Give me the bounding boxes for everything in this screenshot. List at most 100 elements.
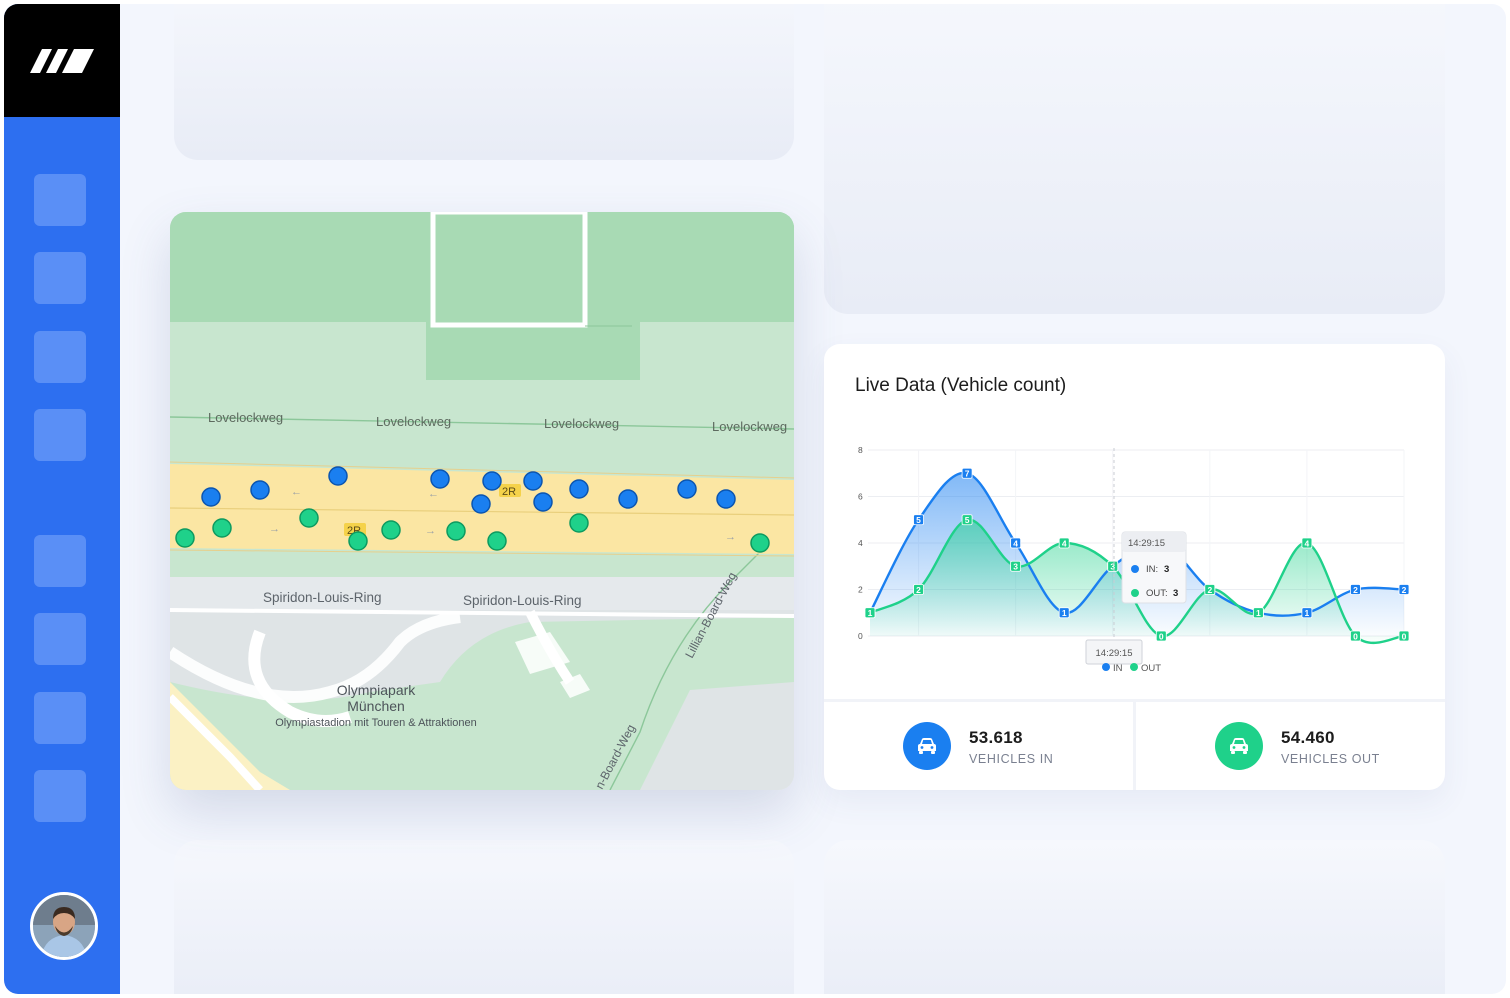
sidebar bbox=[4, 4, 120, 994]
vehicle-marker-in bbox=[250, 480, 270, 500]
data-label: 7 bbox=[965, 469, 970, 479]
app-frame: Lovelockweg Lovelockweg Lovelockweg Love… bbox=[4, 4, 1506, 994]
data-label: 0 bbox=[1402, 631, 1407, 641]
vehicle-count-chart[interactable]: 02468 157413421122125343021400 14:29:15 … bbox=[824, 344, 1445, 684]
poi-name-line2: München bbox=[347, 698, 405, 714]
stat-vehicles-out: 54.460 VEHICLES OUT bbox=[1136, 702, 1445, 790]
vehicle-marker-in bbox=[716, 489, 736, 509]
street-label-lovelockweg-2: Lovelockweg bbox=[376, 414, 451, 429]
vehicle-marker-out bbox=[750, 533, 770, 553]
data-point-out: 4 bbox=[1301, 537, 1313, 549]
street-label-lovelockweg-4: Lovelockweg bbox=[712, 419, 787, 434]
tooltip-in-dot bbox=[1131, 565, 1139, 573]
crosshair-x-label-text: 14:29:15 bbox=[1096, 648, 1133, 659]
data-label: 1 bbox=[1256, 608, 1261, 618]
y-tick-label: 4 bbox=[858, 538, 863, 548]
chart-legend[interactable]: IN OUT bbox=[1102, 663, 1161, 674]
data-point-in: 2 bbox=[1350, 584, 1361, 595]
vehicle-marker-in bbox=[471, 494, 491, 514]
poi-name-line1: Olympiapark bbox=[337, 682, 417, 698]
live-map[interactable]: Lovelockweg Lovelockweg Lovelockweg Love… bbox=[170, 212, 794, 790]
y-tick-label: 2 bbox=[858, 585, 863, 595]
sidebar-nav-item-6[interactable] bbox=[34, 613, 86, 665]
y-tick-label: 6 bbox=[858, 492, 863, 502]
chart-tooltip: 14:29:15 IN: 3 OUT: 3 bbox=[1121, 531, 1187, 604]
y-tick-label: 0 bbox=[858, 631, 863, 641]
vehicle-marker-in bbox=[677, 479, 697, 499]
data-point-out: 1 bbox=[864, 607, 876, 619]
sidebar-nav-item-4[interactable] bbox=[34, 409, 86, 461]
user-avatar[interactable] bbox=[30, 892, 98, 960]
vehicles-out-value: 54.460 bbox=[1281, 728, 1335, 747]
tooltip-in-value: 3 bbox=[1164, 564, 1169, 575]
road-arrow-left-icon: ← bbox=[428, 488, 439, 500]
vehicle-marker-in bbox=[482, 471, 502, 491]
road-arrow-right-icon: → bbox=[425, 525, 436, 537]
brand-logo-icon[interactable] bbox=[4, 4, 120, 117]
data-point-out: 4 bbox=[1058, 537, 1070, 549]
data-label: 5 bbox=[965, 515, 970, 525]
vehicle-marker-out bbox=[381, 520, 401, 540]
placeholder-card-top-left bbox=[174, 4, 794, 160]
vehicle-marker-out bbox=[348, 531, 368, 551]
sidebar-nav-item-7[interactable] bbox=[34, 692, 86, 744]
tooltip-out-dot bbox=[1131, 589, 1139, 597]
data-label: 3 bbox=[1110, 562, 1115, 572]
street-label-spiridon-1: Spiridon-Louis-Ring bbox=[263, 590, 382, 605]
data-label: 2 bbox=[1207, 585, 1212, 595]
sidebar-nav-item-2[interactable] bbox=[34, 252, 86, 304]
road-arrow-right-icon: → bbox=[725, 531, 736, 543]
vehicle-marker-in bbox=[430, 469, 450, 489]
data-point-out: 3 bbox=[1107, 560, 1119, 572]
tooltip-out-value: 3 bbox=[1173, 588, 1178, 599]
data-label: 1 bbox=[1305, 608, 1310, 618]
tooltip-in-label: IN: bbox=[1146, 564, 1158, 575]
placeholder-card-bottom-left bbox=[174, 840, 794, 994]
legend-in-label: IN bbox=[1113, 663, 1123, 674]
map-card[interactable]: Lovelockweg Lovelockweg Lovelockweg Love… bbox=[170, 212, 794, 790]
data-label: 4 bbox=[1062, 538, 1067, 548]
data-point-out: 5 bbox=[961, 514, 973, 526]
data-point-in: 2 bbox=[1398, 584, 1410, 595]
data-label: 3 bbox=[1013, 562, 1018, 572]
vehicle-marker-in bbox=[618, 489, 638, 509]
data-label: 2 bbox=[1353, 585, 1358, 595]
vehicles-out-label: VEHICLES OUT bbox=[1281, 752, 1380, 766]
sidebar-nav-item-1[interactable] bbox=[34, 174, 86, 226]
vehicle-marker-out bbox=[446, 521, 466, 541]
data-label: 4 bbox=[1013, 538, 1018, 548]
street-label-lovelockweg-1: Lovelockweg bbox=[208, 410, 283, 425]
vehicle-marker-in bbox=[201, 487, 221, 507]
data-point-in: 4 bbox=[1010, 537, 1022, 549]
data-label: 5 bbox=[916, 515, 921, 525]
data-point-out: 0 bbox=[1350, 630, 1361, 642]
data-point-in: 1 bbox=[1301, 607, 1313, 619]
car-icon bbox=[1215, 722, 1263, 770]
data-point-out: 1 bbox=[1252, 607, 1264, 619]
data-label: 1 bbox=[868, 608, 873, 618]
data-label: 1 bbox=[1062, 608, 1067, 618]
vehicle-marker-out bbox=[487, 531, 507, 551]
sidebar-nav-item-3[interactable] bbox=[34, 331, 86, 383]
live-data-card: Live Data (Vehicle count) 02468 15741342… bbox=[824, 344, 1445, 790]
data-label: 0 bbox=[1159, 631, 1164, 641]
tooltip-time: 14:29:15 bbox=[1128, 538, 1165, 549]
route-badge-label-1: 2R bbox=[502, 486, 516, 498]
street-label-spiridon-2: Spiridon-Louis-Ring bbox=[463, 593, 582, 608]
street-label-lovelockweg-3: Lovelockweg bbox=[544, 416, 619, 431]
poi-subtitle: Olympiastadion mit Touren & Attraktionen bbox=[275, 717, 477, 729]
legend-out-dot bbox=[1130, 663, 1138, 671]
sidebar-nav-item-8[interactable] bbox=[34, 770, 86, 822]
data-point-out: 2 bbox=[913, 584, 924, 595]
data-point-in: 5 bbox=[913, 514, 924, 526]
vehicle-marker-in bbox=[533, 492, 553, 512]
vehicle-marker-in bbox=[569, 479, 589, 499]
data-point-out: 0 bbox=[1155, 630, 1167, 642]
data-point-out: 2 bbox=[1204, 584, 1216, 595]
data-label: 2 bbox=[916, 585, 921, 595]
tooltip-out-label: OUT: bbox=[1146, 588, 1168, 599]
placeholder-card-top-right bbox=[824, 4, 1445, 314]
sidebar-nav-item-5[interactable] bbox=[34, 535, 86, 587]
vehicle-marker-out bbox=[299, 508, 319, 528]
data-label: 4 bbox=[1305, 538, 1310, 548]
